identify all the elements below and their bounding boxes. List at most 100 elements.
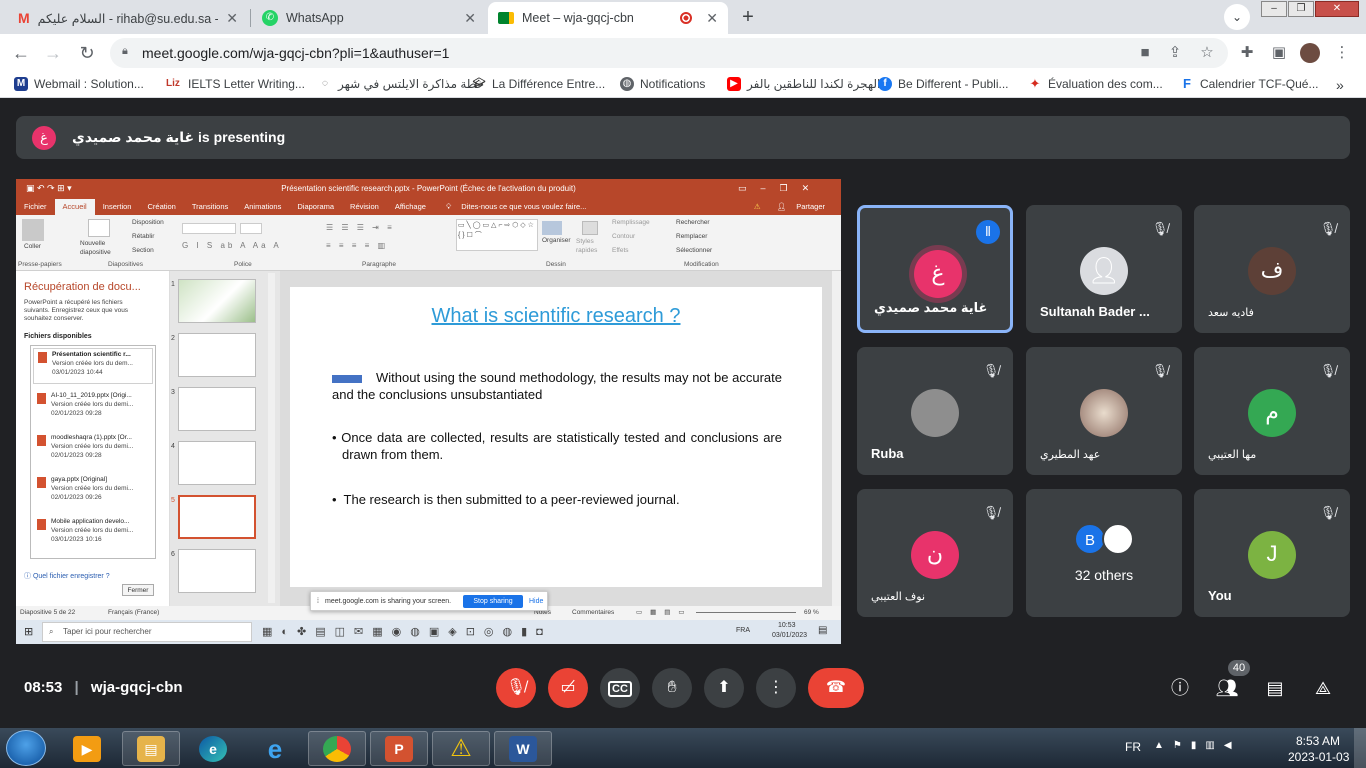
participant-tile[interactable]: ن 🎙︎̸ نوف العتيبي <box>857 489 1013 617</box>
participant-tile[interactable]: 🎙︎̸ Ruba <box>857 347 1013 475</box>
people-icon[interactable]: 👥︎ <box>1214 675 1240 701</box>
extensions-icon[interactable]: ✚ <box>1237 43 1257 63</box>
bookmark-evaluation[interactable]: ✦ Évaluation des com... <box>1028 77 1163 92</box>
menu-icon[interactable]: ⋮ <box>1332 43 1352 63</box>
ppt-tab-affichage[interactable]: Affichage <box>387 199 434 215</box>
font-name-input[interactable] <box>182 223 236 234</box>
font-format-buttons[interactable]: G I S ab A Aa A <box>182 241 282 250</box>
raise-hand-button[interactable]: ✋︎ <box>652 668 692 708</box>
minimize-button[interactable]: – <box>1261 1 1287 17</box>
star-icon[interactable]: ☆ <box>1197 43 1217 63</box>
bookmark-ielts-plan[interactable]: ◌ خطة مذاكرة الايلتس في شهر <box>318 77 484 91</box>
view-buttons[interactable]: ▭▦▤▭ <box>636 608 693 616</box>
microphone-toggle-button[interactable]: 🎙︎̸ <box>496 668 536 708</box>
share-icon[interactable]: ⇪ <box>1165 43 1185 63</box>
participant-tile-self[interactable]: J 🎙︎̸ You <box>1194 489 1350 617</box>
font-size-input[interactable] <box>240 223 262 234</box>
more-options-button[interactable]: ⋮ <box>756 668 796 708</box>
windows-start-icon[interactable]: ⊞ <box>24 625 33 638</box>
tab-whatsapp[interactable]: ✆ WhatsApp ✕ <box>252 2 486 34</box>
bookmark-difference[interactable]: 🎓︎ La Différence Entre... <box>472 77 606 91</box>
profile-avatar[interactable] <box>1300 43 1320 63</box>
maximize-button[interactable]: ❐ <box>1288 1 1314 17</box>
windows-language[interactable]: FRA <box>736 627 750 634</box>
layout-button[interactable]: Disposition <box>132 219 164 226</box>
address-bar[interactable]: 🔒︎ meet.google.com/wja-gqcj-cbn?pli=1&au… <box>110 38 1228 68</box>
bookmarks-more[interactable]: » <box>1336 77 1344 93</box>
slide-thumbnail-4[interactable] <box>178 441 256 485</box>
reload-icon[interactable]: ↻ <box>76 42 98 64</box>
forward-icon[interactable]: → <box>42 42 64 64</box>
zoom-slider[interactable] <box>696 612 796 613</box>
notifications-icon[interactable]: ▤ <box>818 625 827 636</box>
stop-sharing-button[interactable]: Stop sharing <box>463 595 523 608</box>
camera-blocked-icon[interactable]: ■ <box>1135 43 1155 63</box>
captions-button[interactable]: CC <box>600 668 640 708</box>
leave-call-button[interactable]: ☎︎ <box>808 668 864 708</box>
new-tab-button[interactable]: + <box>735 4 761 30</box>
slide-thumbnail-2[interactable] <box>178 333 256 377</box>
list-item[interactable]: Présentation scientific r... Version cré… <box>33 348 153 384</box>
tab-gmail[interactable]: M السلام عليكم - rihab@su.edu.sa - جامعة… <box>8 2 248 34</box>
windows-search-input[interactable]: ⌕ Taper ici pour rechercher <box>42 622 252 642</box>
fill-button[interactable]: Remplissage <box>612 219 650 226</box>
activities-icon[interactable]: ⟁ <box>1310 675 1336 701</box>
current-slide[interactable]: What is scientific research ? Without us… <box>290 287 822 587</box>
shapes-gallery[interactable]: ▭ ╲ ◯ ▭ △ ⌐ ⇨ ⬡ ◇ ☆ { } ☐ ⌒ <box>456 219 538 251</box>
close-window-button[interactable]: ✕ <box>1315 1 1359 17</box>
participant-tile[interactable]: ف 🎙︎̸ فاديه سعد <box>1194 205 1350 333</box>
section-button[interactable]: Section <box>132 247 154 254</box>
ppt-tell-me[interactable]: 💡︎ Dites-nous ce que vous voulez faire..… <box>438 199 602 215</box>
taskbar-app-icons[interactable]: ▦◐✤▤◫✉▦◉◍▣◈⊡◎◍▮◘ <box>262 625 552 638</box>
new-slide-button[interactable]: Nouvelle diapositive <box>80 239 124 257</box>
select-button[interactable]: Sélectionner <box>676 247 712 254</box>
others-tile[interactable]: B 32 others <box>1026 489 1182 617</box>
taskbar-explorer[interactable]: ▤ <box>122 731 180 766</box>
ppt-share-button[interactable]: 👤︎ Partager <box>769 199 841 215</box>
windows-start-button[interactable] <box>6 730 46 766</box>
ppt-tab-fichier[interactable]: Fichier <box>16 199 55 215</box>
taskbar-word[interactable]: W <box>494 731 552 766</box>
organize-button[interactable]: Organiser <box>542 237 571 244</box>
thumbnails-scrollbar[interactable] <box>268 273 275 603</box>
ppt-tab-diaporama[interactable]: Diaporama <box>289 199 342 215</box>
slide-scrollbar[interactable] <box>832 271 841 606</box>
taskbar-edge[interactable]: e <box>184 731 242 766</box>
close-recovery-button[interactable]: Fermer <box>122 584 154 596</box>
tab-meet[interactable]: Meet – wja-gqcj-cbn ✕ <box>488 2 728 34</box>
slide-thumbnail-5[interactable] <box>178 495 256 539</box>
ppt-tab-creation[interactable]: Création <box>139 199 183 215</box>
back-icon[interactable]: ← <box>10 42 32 64</box>
taskbar-ie[interactable]: e <box>246 731 304 766</box>
taskbar-powerpoint[interactable]: P <box>370 731 428 766</box>
language-status[interactable]: Français (France) <box>108 609 159 616</box>
taskbar-chrome[interactable] <box>308 731 366 766</box>
ppt-tab-transitions[interactable]: Transitions <box>184 199 236 215</box>
chat-icon[interactable]: ▤ <box>1262 675 1288 701</box>
quick-styles-button[interactable]: Styles rapides <box>576 237 606 255</box>
participant-tile[interactable]: 🎙︎̸ عهد المطيري <box>1026 347 1182 475</box>
bookmark-webmail[interactable]: M Webmail : Solution... <box>14 77 144 91</box>
bookmark-facebook[interactable]: f Be Different - Publi... <box>878 77 1009 91</box>
bookmark-youtube[interactable]: ▶الهجرة لكندا للناطقين بالفر... <box>727 77 890 91</box>
tab-search-icon[interactable]: ⌄ <box>1224 4 1250 30</box>
taskbar-media-player[interactable]: ▶ <box>58 731 116 766</box>
bookmark-tcf[interactable]: F Calendrier TCF-Qué... <box>1180 77 1318 92</box>
outline-button[interactable]: Contour <box>612 233 635 240</box>
list-item[interactable]: moodleshaqra (1).pptx [Or... Version cré… <box>33 432 153 468</box>
ppt-tab-revision[interactable]: Révision <box>342 199 387 215</box>
align-buttons[interactable]: ≡ ≡ ≡ ≡ ▥ <box>326 241 388 250</box>
find-button[interactable]: Rechercher <box>676 219 710 226</box>
tray-icons[interactable]: ▲⚑▮▥◀︎ <box>1154 740 1241 751</box>
show-desktop-button[interactable] <box>1354 728 1366 768</box>
list-item[interactable]: gaya.pptx [Original] Version créée lors … <box>33 474 153 510</box>
camera-toggle-button[interactable]: ▭̸ <box>548 668 588 708</box>
participant-tile[interactable]: غ ⦀ غاية محمد صميدي <box>857 205 1013 333</box>
slide-thumbnail-1[interactable] <box>178 279 256 323</box>
ppt-tab-insertion[interactable]: Insertion <box>95 199 140 215</box>
paste-button[interactable]: Coller <box>24 243 41 250</box>
participant-tile[interactable]: م 🎙︎̸ مها العتيبي <box>1194 347 1350 475</box>
effects-button[interactable]: Effets <box>612 247 629 254</box>
which-file-link[interactable]: ⓘ Quel fichier enregistrer ? <box>24 571 110 581</box>
present-button[interactable]: ⬆︎ <box>704 668 744 708</box>
